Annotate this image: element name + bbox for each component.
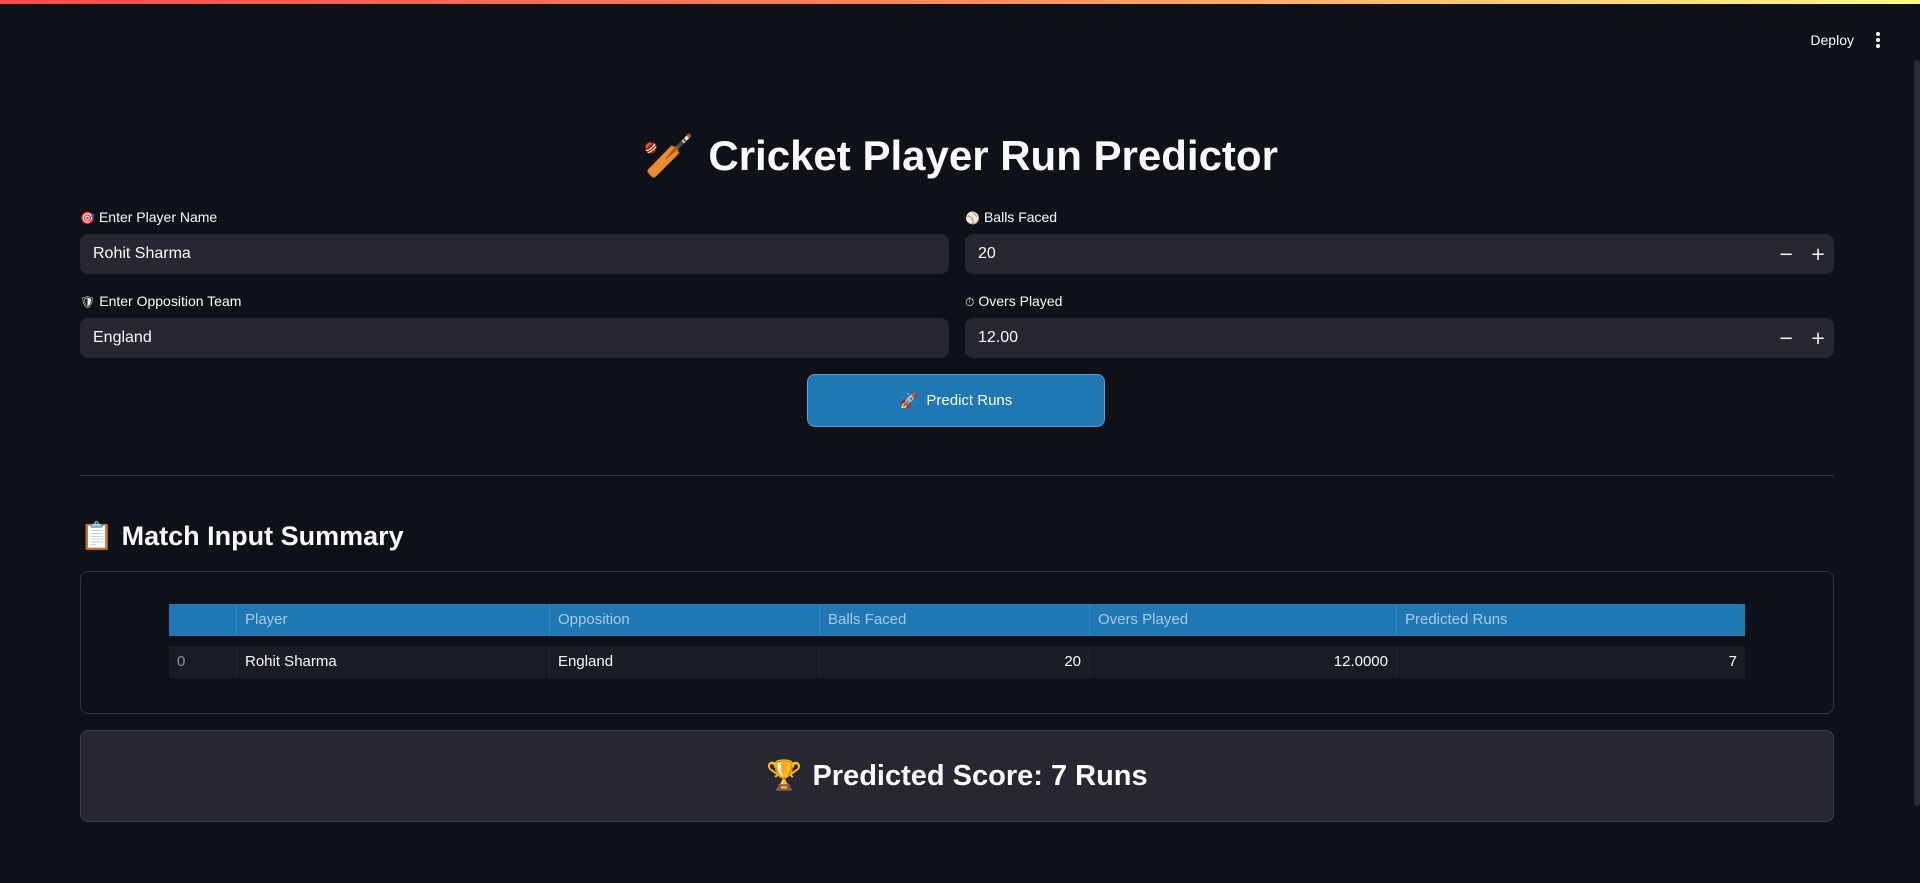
player-name-label: 🎯 Enter Player Name — [80, 208, 949, 226]
cricket-bat-icon: 🏏 — [642, 132, 695, 179]
summary-heading: 📋 Match Input Summary — [80, 520, 404, 552]
predicted-score-card: 🏆 Predicted Score: 7 Runs — [80, 730, 1834, 822]
divider — [80, 475, 1834, 476]
table-row: 0 Rohit Sharma England 20 12.0000 7 — [169, 646, 1745, 678]
column-header-predicted-runs[interactable]: Predicted Runs — [1397, 604, 1745, 636]
balls-faced-label: ⚾ Balls Faced — [965, 208, 1834, 226]
opposition-team-label-text: Enter Opposition Team — [99, 293, 242, 309]
stopwatch-icon: ⏱ — [965, 295, 975, 309]
kebab-menu-icon[interactable] — [1870, 32, 1886, 52]
opposition-team-input[interactable] — [80, 329, 949, 347]
page-title: 🏏 Cricket Player Run Predictor — [0, 132, 1920, 181]
column-header-index[interactable] — [169, 604, 237, 636]
column-header-opposition[interactable]: Opposition — [550, 604, 820, 636]
column-header-overs-played[interactable]: Overs Played — [1090, 604, 1397, 636]
clipboard-icon: 📋 — [80, 521, 114, 551]
target-icon: 🎯 — [80, 211, 95, 225]
page-title-text: Cricket Player Run Predictor — [708, 132, 1278, 179]
shield-icon: 🛡 — [80, 295, 96, 309]
cell-index[interactable]: 0 — [169, 646, 237, 678]
cell-player[interactable]: Rohit Sharma — [237, 646, 550, 678]
summary-card: Player Opposition Balls Faced Overs Play… — [80, 571, 1834, 714]
cell-overs-played[interactable]: 12.0000 — [1090, 646, 1397, 678]
cell-balls-faced[interactable]: 20 — [820, 646, 1090, 678]
ball-icon: ⚾ — [965, 211, 980, 225]
deploy-button[interactable]: Deploy — [1810, 32, 1854, 48]
overs-played-label: ⏱ Overs Played — [965, 292, 1834, 310]
cell-opposition[interactable]: England — [550, 646, 820, 678]
predict-runs-label: Predict Runs — [926, 392, 1013, 409]
rocket-icon: 🚀 — [899, 392, 919, 410]
balls-faced-input-box[interactable]: − + — [965, 234, 1834, 274]
opposition-team-input-box[interactable] — [80, 318, 949, 358]
balls-faced-increment-button[interactable]: + — [1802, 234, 1834, 274]
player-name-label-text: Enter Player Name — [98, 209, 218, 225]
balls-faced-input[interactable] — [965, 245, 1834, 263]
column-header-balls-faced[interactable]: Balls Faced — [820, 604, 1090, 636]
predict-runs-button[interactable]: 🚀 Predict Runs — [807, 374, 1105, 427]
player-name-field: 🎯 Enter Player Name — [80, 208, 949, 274]
balls-faced-label-text: Balls Faced — [983, 209, 1058, 225]
overs-played-field: ⏱Overs Played − + — [965, 292, 1834, 358]
balls-faced-field: ⚾Balls Faced − + — [965, 208, 1834, 274]
predicted-score-text: Predicted Score: 7 Runs — [812, 759, 1148, 792]
opposition-team-label: 🛡 Enter Opposition Team — [80, 292, 949, 310]
overs-played-increment-button[interactable]: + — [1802, 318, 1834, 358]
summary-table: Player Opposition Balls Faced Overs Play… — [169, 604, 1745, 678]
overs-played-stepper: − + — [1770, 318, 1834, 358]
player-name-input-box[interactable] — [80, 234, 949, 274]
balls-faced-stepper: − + — [1770, 234, 1834, 274]
player-name-input[interactable] — [80, 245, 949, 263]
balls-faced-decrement-button[interactable]: − — [1770, 234, 1802, 274]
column-header-player[interactable]: Player — [237, 604, 550, 636]
trophy-icon: 🏆 — [766, 760, 803, 792]
summary-heading-text: Match Input Summary — [121, 521, 404, 551]
overs-played-input-box[interactable]: − + — [965, 318, 1834, 358]
overs-played-label-text: Overs Played — [978, 293, 1063, 309]
overs-played-decrement-button[interactable]: − — [1770, 318, 1802, 358]
cell-predicted-runs[interactable]: 7 — [1397, 646, 1745, 678]
overs-played-input[interactable] — [965, 329, 1834, 347]
app-header: Deploy — [0, 4, 1920, 76]
opposition-team-field: 🛡 Enter Opposition Team — [80, 292, 949, 358]
table-header-row: Player Opposition Balls Faced Overs Play… — [169, 604, 1745, 636]
